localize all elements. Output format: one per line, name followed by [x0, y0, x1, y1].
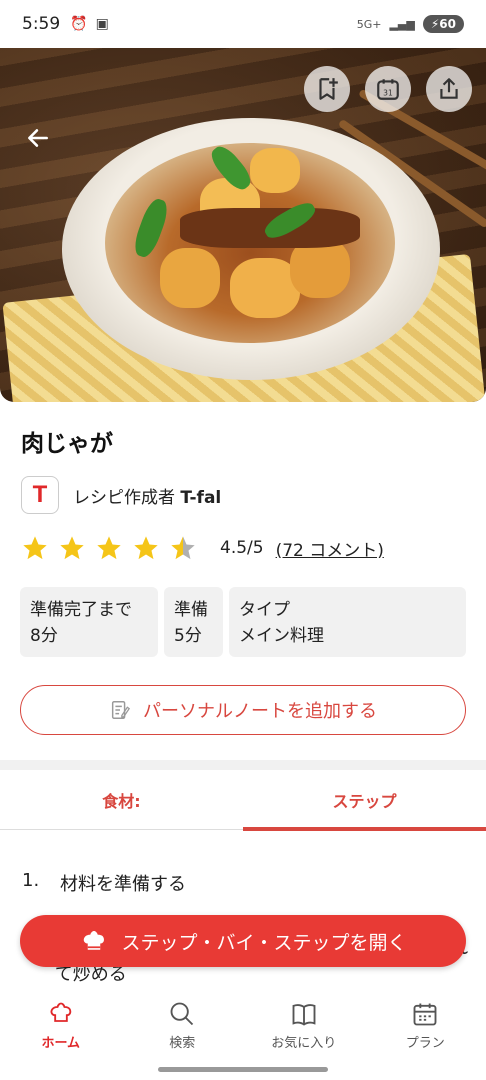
recipe-author[interactable]: T レシピ作成者 T-fal [21, 476, 221, 514]
recipe-info: 準備完了まで 8分 準備 5分 タイプ メイン料理 [20, 587, 466, 657]
screenshot-icon: ▣ [95, 16, 109, 32]
status-bar: 5:59 ⏰ ▣ 5G+ ▂▄▆ ⚡60 [0, 0, 486, 48]
calendar-icon [413, 1003, 437, 1026]
bookmark-add-icon [319, 78, 338, 100]
rating: 4.5/5 (72 コメント) [21, 534, 384, 562]
star-icon [23, 536, 47, 560]
alarm-icon: ⏰ [70, 16, 88, 32]
tab-ingredients[interactable]: 食材: [0, 770, 243, 829]
search-icon [170, 1002, 194, 1026]
nav-plan[interactable]: プラン [365, 988, 486, 1080]
book-icon [292, 1004, 316, 1026]
share-button[interactable] [426, 66, 472, 112]
author-name: T-fal [180, 487, 222, 508]
star-half-icon [171, 536, 195, 560]
recipe-tabs: 食材: ステップ [0, 770, 486, 831]
author-logo-letter: T [32, 481, 48, 508]
back-arrow-icon [28, 129, 48, 147]
calendar-icon: 31 [377, 79, 399, 100]
star-icon [60, 536, 84, 560]
back-button[interactable] [18, 118, 58, 158]
battery-level: 60 [439, 17, 456, 31]
battery-icon: ⚡60 [422, 15, 464, 33]
svg-text:31: 31 [383, 89, 393, 98]
info-ready-time: 準備完了まで 8分 [20, 587, 158, 657]
add-to-plan-button[interactable]: 31 [365, 66, 411, 112]
info-type: タイプ メイン料理 [229, 587, 466, 657]
home-chef-icon [50, 1002, 71, 1022]
step-item: 1. 材料を準備する [22, 870, 186, 895]
add-personal-note-button[interactable]: パーソナルノートを追加する [20, 685, 466, 735]
recipe-hero-image [0, 48, 486, 402]
comments-link[interactable]: (72 コメント) [276, 536, 384, 561]
info-prep-time: 準備 5分 [164, 587, 223, 657]
signal-icon: ▂▄▆ [389, 17, 415, 31]
nav-home[interactable]: ホーム [0, 988, 122, 1080]
network-label: 5G+ [356, 17, 382, 31]
tab-steps[interactable]: ステップ [243, 770, 486, 831]
open-step-by-step-button[interactable]: ステップ・バイ・ステップを開く [20, 915, 466, 967]
note-edit-icon [111, 701, 131, 719]
chef-hat-icon [84, 931, 105, 950]
star-icon [134, 536, 158, 560]
add-bookmark-button[interactable] [304, 66, 350, 112]
status-time: 5:59 [22, 14, 61, 34]
author-logo: T [21, 476, 59, 514]
author-prefix: レシピ作成者 [73, 487, 181, 508]
recipe-title: 肉じゃが [21, 431, 113, 457]
rating-value: 4.5/5 [220, 538, 264, 558]
fab-label: ステップ・バイ・ステップを開く [121, 931, 407, 954]
star-icon [97, 536, 121, 560]
share-icon [440, 78, 458, 99]
note-button-label: パーソナルノートを追加する [143, 701, 377, 722]
home-indicator[interactable] [158, 1067, 328, 1072]
